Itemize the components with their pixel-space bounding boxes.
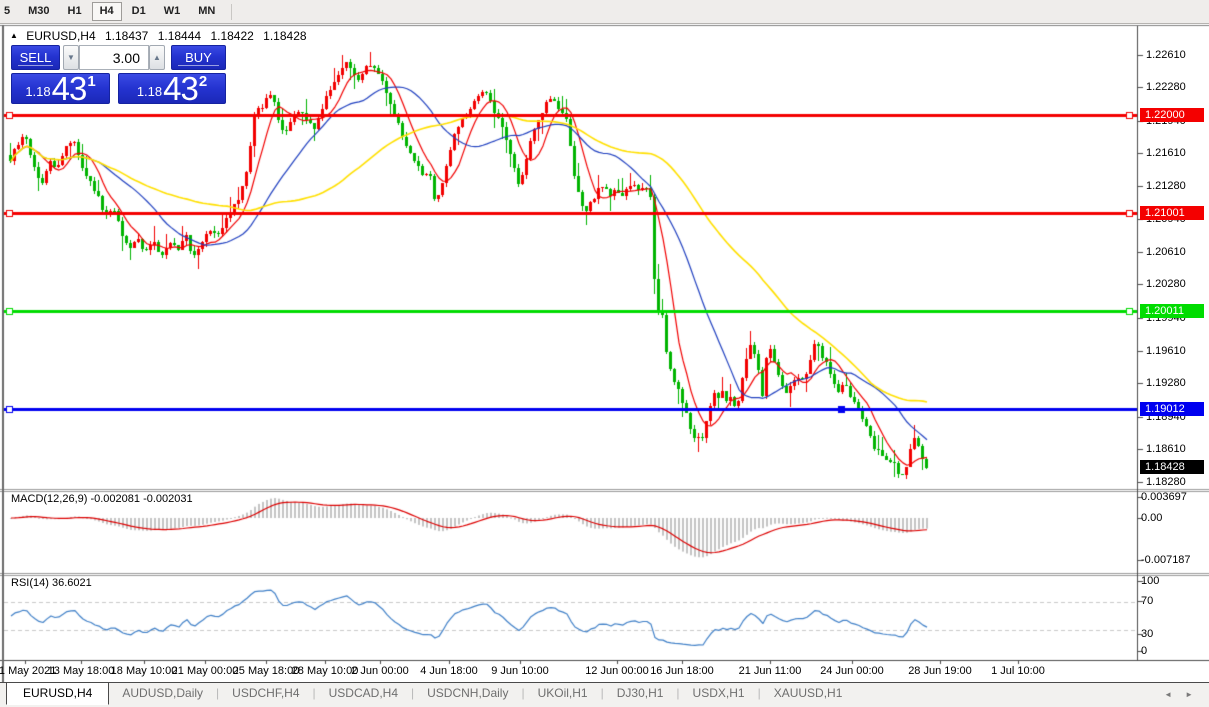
- sell-button-label: SELL: [20, 50, 52, 65]
- tab-item-ukoil-h1[interactable]: UKOil,H1: [525, 683, 601, 703]
- price-tick-label: 1.19280: [1146, 377, 1186, 389]
- macd-axis-label: 0.00: [1141, 512, 1162, 524]
- price-tick-label: 1.18280: [1146, 476, 1186, 488]
- tab-item-dj30-h1[interactable]: DJ30,H1: [604, 683, 677, 703]
- rsi-axis-label: 0: [1141, 645, 1147, 657]
- price-line-chip: 1.21001: [1140, 206, 1204, 220]
- macd-axis-label: 0.003697: [1141, 491, 1187, 503]
- tab-item-xauusd-h1[interactable]: XAUUSD,H1: [761, 683, 856, 703]
- period-button-mn[interactable]: MN: [190, 2, 223, 21]
- down-arrow-icon: ▼: [67, 53, 75, 62]
- rsi-axis-label: 70: [1141, 595, 1153, 607]
- volume-increase-button[interactable]: ▲: [149, 45, 165, 70]
- price-line-chip: 1.22000: [1140, 108, 1204, 122]
- price-line-chip: 1.20011: [1140, 304, 1204, 318]
- toolbar-separator: [231, 4, 232, 20]
- tab-item-eurusd-h4[interactable]: EURUSD,H4: [6, 682, 109, 705]
- price-tick-label: 1.22610: [1146, 49, 1186, 61]
- chart-symbol: EURUSD,H4: [26, 29, 95, 43]
- buy-price-prefix: 1.18: [137, 84, 162, 99]
- tab-item-usdcad-h4[interactable]: USDCAD,H4: [316, 683, 411, 703]
- ohlc-high: 1.18444: [158, 29, 201, 43]
- time-axis-label: 24 Jun 00:00: [810, 665, 894, 677]
- period-button-h1[interactable]: H1: [60, 2, 90, 21]
- sell-price-prefix: 1.18: [25, 84, 50, 99]
- period-button-h4[interactable]: H4: [92, 2, 122, 21]
- macd-indicator-label: MACD(12,26,9) -0.002081 -0.002031: [11, 493, 193, 505]
- one-click-trading-panel: SELL ▼ ▲ BUY 1.18431 1.18432: [11, 45, 226, 104]
- price-tick-label: 1.21280: [1146, 180, 1186, 192]
- tab-scroll-right-icon[interactable]: ►: [1185, 690, 1193, 700]
- buy-button[interactable]: BUY: [171, 45, 226, 70]
- buy-price-sup: 2: [199, 73, 207, 90]
- price-tick-label: 1.22280: [1146, 81, 1186, 93]
- tab-item-usdx-h1[interactable]: USDX,H1: [680, 683, 758, 703]
- rsi-indicator-label: RSI(14) 36.6021: [11, 577, 92, 589]
- mt4-window: 5M30H1H4D1W1MN ▲ EURUSD,H4 1.18437 1.184…: [0, 0, 1209, 707]
- current-price-chip: 1.18428: [1140, 460, 1204, 474]
- sell-price-sup: 1: [87, 73, 95, 90]
- volume-input[interactable]: [79, 45, 149, 70]
- price-line-chip: 1.19012: [1140, 402, 1204, 416]
- chart-tabs-bar: EURUSD,H4AUDUSD,Daily|USDCHF,H4|USDCAD,H…: [0, 682, 1209, 707]
- chart-title: ▲ EURUSD,H4 1.18437 1.18444 1.18422 1.18…: [10, 29, 313, 43]
- chart-canvas[interactable]: [0, 24, 1209, 682]
- time-axis-label: 28 Jun 19:00: [898, 665, 982, 677]
- rsi-axis-label: 100: [1141, 575, 1159, 587]
- price-axis[interactable]: 1.226101.222801.219401.216101.212801.209…: [1137, 24, 1209, 682]
- sell-price-big: 43: [52, 75, 87, 102]
- price-tick-label: 1.20280: [1146, 278, 1186, 290]
- price-tick-label: 1.21610: [1146, 147, 1186, 159]
- ohlc-low: 1.18422: [210, 29, 253, 43]
- ohlc-open: 1.18437: [105, 29, 148, 43]
- tab-scroll-left-icon[interactable]: ◄: [1164, 690, 1172, 700]
- buy-price-display[interactable]: 1.18432: [118, 73, 226, 104]
- sell-price-display[interactable]: 1.18431: [11, 73, 110, 104]
- volume-decrease-button[interactable]: ▼: [63, 45, 79, 70]
- symbol-marker-icon: ▲: [10, 31, 18, 40]
- time-axis[interactable]: 11 May 202113 May 18:0018 May 10:0021 Ma…: [0, 662, 1137, 682]
- buy-price-big: 43: [163, 75, 198, 102]
- period-button-d1[interactable]: D1: [124, 2, 154, 21]
- time-axis-label: 1 Jul 10:00: [976, 665, 1060, 677]
- period-button-5[interactable]: 5: [2, 2, 18, 21]
- time-axis-label: 9 Jun 10:00: [478, 665, 562, 677]
- tab-item-usdchf-h4[interactable]: USDCHF,H4: [219, 683, 312, 703]
- price-tick-label: 1.19610: [1146, 345, 1186, 357]
- ohlc-close: 1.18428: [263, 29, 306, 43]
- buy-button-label: BUY: [185, 50, 212, 65]
- timeframe-toolbar: 5M30H1H4D1W1MN: [0, 0, 1209, 24]
- period-button-w1[interactable]: W1: [156, 2, 189, 21]
- period-button-m30[interactable]: M30: [20, 2, 57, 21]
- price-tick-label: 1.20610: [1146, 246, 1186, 258]
- tab-item-audusd-daily[interactable]: AUDUSD,Daily: [109, 683, 216, 703]
- time-axis-label: 21 Jun 11:00: [728, 665, 812, 677]
- price-tick-label: 1.18610: [1146, 443, 1186, 455]
- up-arrow-icon: ▲: [153, 53, 161, 62]
- time-axis-label: 16 Jun 18:00: [640, 665, 724, 677]
- macd-axis-label: -0.007187: [1141, 554, 1191, 566]
- tab-item-usdcnh-daily[interactable]: USDCNH,Daily: [414, 683, 521, 703]
- rsi-axis-label: 30: [1141, 628, 1153, 640]
- sell-button[interactable]: SELL: [11, 45, 60, 70]
